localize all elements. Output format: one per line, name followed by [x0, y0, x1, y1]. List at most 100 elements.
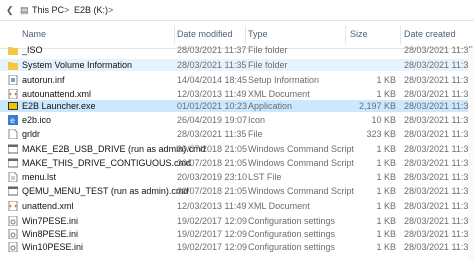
file-row[interactable]: unattend.xml 12/03/2013 11:49 XML Docume… — [0, 200, 474, 212]
setup-file-icon — [8, 74, 18, 86]
file-row[interactable]: grldr 28/03/2021 11:35 File 323 KB 28/03… — [0, 128, 474, 140]
file-name: Win8PESE.ini — [22, 229, 79, 239]
file-row[interactable]: QEMU_MENU_TEST (run as admin).cmd 30/07/… — [0, 185, 474, 197]
file-name: grldr — [22, 129, 41, 139]
file-date-modified: 28/03/2021 11:37 — [177, 45, 247, 55]
file-row[interactable]: autorun.inf 14/04/2014 18:45 Setup Infor… — [0, 74, 474, 86]
file-date-created: 28/03/2021 11:35 — [404, 101, 474, 111]
file-type: LST File — [248, 172, 282, 182]
folder-icon — [8, 45, 18, 55]
file-date-modified: 12/03/2013 11:49 — [177, 201, 247, 211]
file-size: 1 KB — [376, 186, 396, 196]
file-type: Configuration settings — [248, 242, 336, 252]
file-date-created: 28/03/2021 11:35 — [404, 229, 474, 239]
file-row[interactable]: _ISO 28/03/2021 11:37 File folder 28/03/… — [0, 44, 474, 56]
file-type: Windows Command Script — [248, 158, 355, 168]
file-type: Windows Command Script — [248, 144, 355, 154]
file-date-created: 28/03/2021 11:35 — [404, 75, 474, 85]
file-date-modified: 26/04/2019 19:07 — [177, 115, 248, 125]
column-divider[interactable] — [174, 26, 175, 44]
address-bar[interactable]: ❮ ▤ This PC > E2B (K:) > — [0, 0, 474, 21]
file-size: 1 KB — [376, 242, 396, 252]
file-row[interactable]: autounattend.xml 12/03/2013 11:49 XML Do… — [0, 88, 474, 100]
file-size — [340, 59, 396, 71]
ini-file-icon — [8, 215, 18, 227]
file-size: 323 KB — [366, 129, 396, 139]
svg-text:e: e — [10, 116, 15, 125]
file-row[interactable]: MAKE_E2B_USB_DRIVE (run as admin).cmd 30… — [0, 143, 474, 155]
file-name: menu.lst — [22, 172, 57, 182]
file-size: 1 KB — [376, 158, 396, 168]
column-divider[interactable] — [345, 26, 346, 44]
file-size: 1 KB — [376, 216, 396, 226]
file-size: 1 KB — [376, 229, 396, 239]
file-row[interactable]: Win8PESE.ini 19/02/2017 12:09 Configurat… — [0, 228, 474, 240]
file-date-modified: 01/01/2021 10:23 — [177, 101, 248, 111]
file-name: _ISO — [22, 45, 43, 55]
file-date-created: 28/03/2021 11:35 — [404, 216, 474, 226]
file-type: Configuration settings — [248, 216, 336, 226]
file-date-modified: 30/07/2018 21:05 — [177, 186, 248, 196]
xml-file-icon — [8, 200, 18, 212]
file-date-modified: 28/03/2021 11:35 — [177, 60, 247, 70]
file-name: System Volume Information — [22, 60, 133, 70]
xml-file-icon — [8, 88, 18, 100]
file-size: 10 KB — [371, 115, 396, 125]
file-date-modified: 20/03/2019 23:10 — [177, 172, 248, 182]
application-icon — [8, 101, 18, 111]
file-row[interactable]: menu.lst 20/03/2019 23:10 LST File 1 KB … — [0, 171, 474, 183]
file-row[interactable]: System Volume Information 28/03/2021 11:… — [0, 59, 474, 71]
file-type: Setup Information — [248, 75, 320, 85]
file-name: autounattend.xml — [22, 89, 92, 99]
file-size: 1 KB — [376, 144, 396, 154]
file-row[interactable]: MAKE_THIS_DRIVE_CONTIGUOUS.cmd 30/07/201… — [0, 157, 474, 169]
breadcrumb-drive[interactable]: E2B (K:) — [74, 0, 108, 20]
file-date-created: 28/03/2021 11:35 — [404, 158, 474, 168]
breadcrumb-separator: > — [108, 5, 114, 15]
folder-icon — [8, 60, 18, 70]
file-name: Win7PESE.ini — [22, 216, 79, 226]
file-name: QEMU_MENU_TEST (run as admin).cmd — [22, 186, 189, 196]
file-date-created: 28/03/2021 11:35 — [404, 115, 474, 125]
file-date-created: 28/03/2021 11:35 — [404, 129, 474, 139]
file-date-modified: 30/07/2018 21:05 — [177, 144, 248, 154]
breadcrumb-this-pc[interactable]: This PC — [32, 0, 64, 20]
back-arrow-icon[interactable]: ❮ — [6, 0, 14, 20]
file-type: Icon — [248, 115, 266, 125]
file-name: Win10PESE.ini — [22, 242, 84, 252]
breadcrumb-separator: > — [64, 5, 70, 15]
file-date-created: 28/03/2021 11:34 — [404, 60, 474, 70]
file-type: XML Document — [248, 201, 310, 211]
file-date-created: 28/03/2021 11:35 — [404, 186, 474, 196]
file-name: unattend.xml — [22, 201, 74, 211]
file-date-created: 28/03/2021 11:35 — [404, 242, 474, 252]
file-size: 1 KB — [376, 89, 396, 99]
file-row[interactable]: e e2b.ico 26/04/2019 19:07 Icon 10 KB 28… — [0, 114, 474, 126]
vertical-scrollbar[interactable] — [468, 48, 474, 260]
file-type: Windows Command Script — [248, 186, 355, 196]
column-divider[interactable] — [245, 26, 246, 44]
file-date-modified: 12/03/2013 11:49 — [177, 89, 247, 99]
file-type: File folder — [248, 60, 288, 70]
column-divider[interactable] — [400, 26, 401, 44]
file-date-modified: 19/02/2017 12:09 — [177, 242, 248, 252]
file-size — [340, 44, 396, 56]
file-row-selected[interactable]: E2B Launcher.exe 01/01/2021 10:23 Applic… — [0, 100, 474, 112]
ini-file-icon — [8, 228, 18, 240]
file-row[interactable]: Win7PESE.ini 19/02/2017 12:09 Configurat… — [0, 215, 474, 227]
file-size: 2,197 KB — [358, 101, 396, 111]
file-date-created: 28/03/2021 11:35 — [404, 45, 474, 55]
file-date-modified: 14/04/2014 18:45 — [177, 75, 248, 85]
this-pc-icon: ▤ — [20, 5, 29, 15]
file-icon — [8, 128, 18, 140]
file-date-created: 28/03/2021 11:35 — [404, 89, 474, 99]
file-date-modified: 28/03/2021 11:35 — [177, 129, 247, 139]
file-type: XML Document — [248, 89, 310, 99]
cmd-file-icon — [7, 144, 19, 154]
file-size: 1 KB — [376, 201, 396, 211]
ico-file-icon: e — [8, 115, 18, 125]
file-row[interactable]: Win10PESE.ini 19/02/2017 12:09 Configura… — [0, 241, 474, 253]
file-type: File folder — [248, 45, 288, 55]
file-date-modified: 19/02/2017 12:09 — [177, 216, 248, 226]
file-date-modified: 30/07/2018 21:05 — [177, 158, 248, 168]
